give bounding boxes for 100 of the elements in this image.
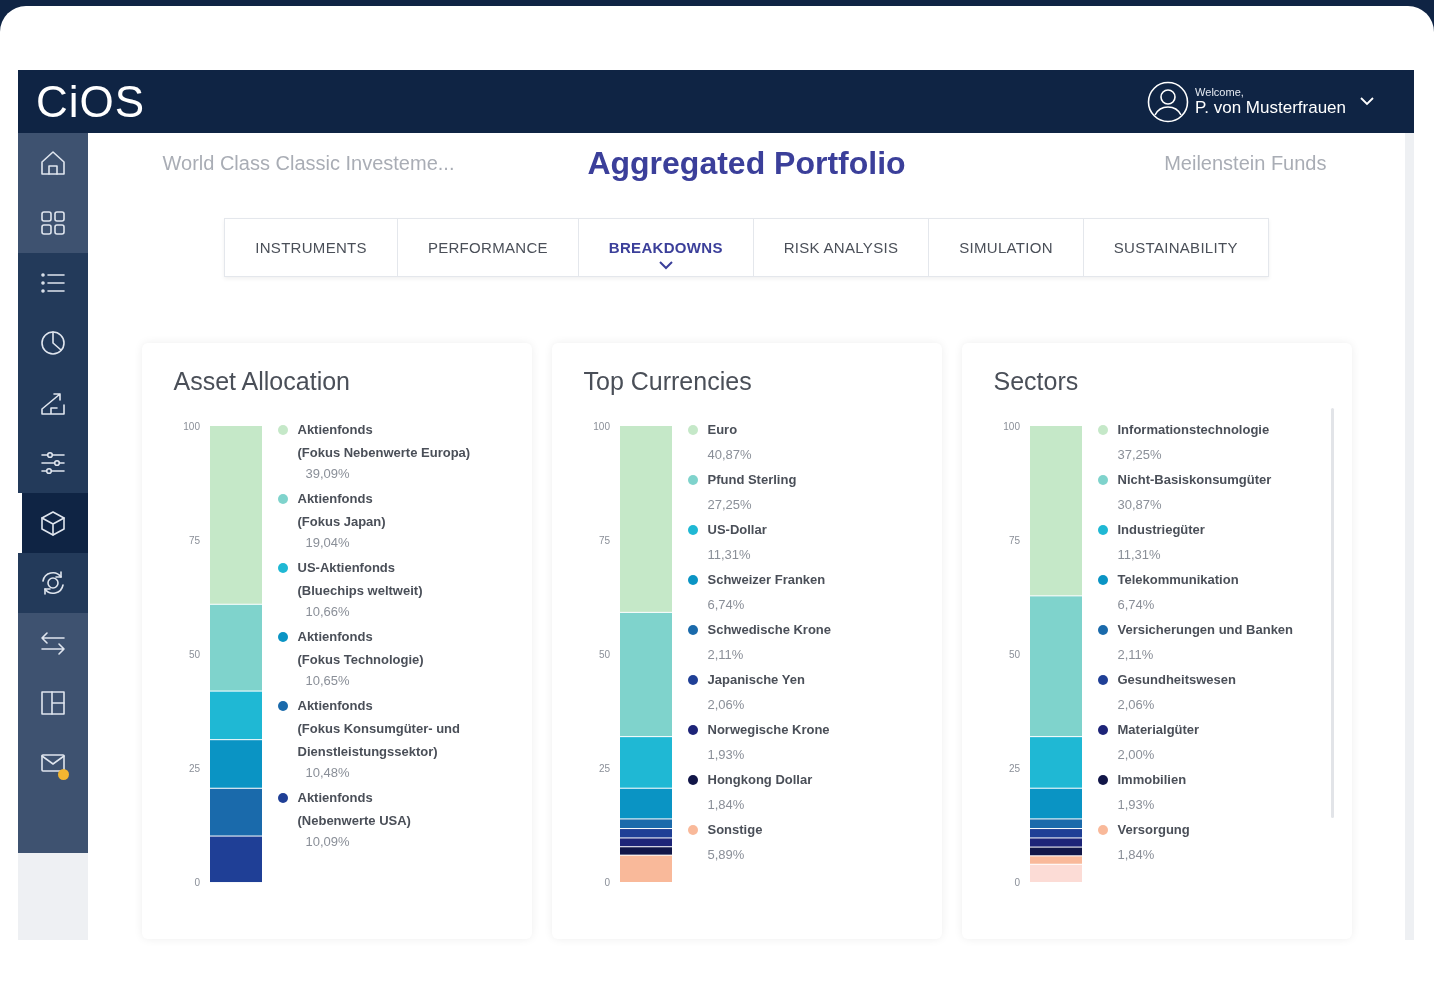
legend-label: Versorgung [1117,821,1190,839]
bar-segment [209,739,262,789]
legend-label: Hongkong Dollar [707,771,813,789]
legend-label: Norwegische Krone [707,721,830,739]
user-avatar-icon[interactable] [1147,80,1190,123]
axis-tick-label: 75 [188,535,200,546]
legend-value: 39,09% [304,466,351,481]
legend-value: 6,74% [707,597,746,612]
axis-tick-label: 25 [1008,763,1020,774]
legend-label: Aktienfonds (Fokus Technologie) [297,628,424,669]
legend-label: Schwedische Krone [707,621,832,639]
cube-icon[interactable] [39,509,67,537]
axis-tick-label: 0 [1013,877,1020,888]
legend-value: 11,31% [707,547,752,562]
legend-label: Pfund Sterling [707,471,797,489]
legend-label: Aktienfonds (Fokus Nebenwerte Europa) [297,421,471,462]
bar-segment [1029,837,1082,848]
legend-value: 11,31% [1117,547,1162,562]
bar-segment [209,788,262,837]
legend-value: 2,11% [707,647,745,662]
axis-tick-label: 100 [592,421,610,432]
tab[interactable]: RISK ANALYSIS [753,219,930,276]
axis-tick-label: 75 [598,535,610,546]
axis-tick-label: 25 [598,763,610,774]
legend-label: Aktienfonds (Nebenwerte USA) [297,789,411,830]
legend-label: Informationstechnologie [1117,421,1270,439]
welcome-label: Welcome, [1195,85,1245,98]
axis-tick-label: 50 [188,649,200,660]
bar-segment [1029,847,1082,856]
legend-label: Aktienfonds (Fokus Japan) [297,490,386,531]
home-icon[interactable] [39,149,67,177]
legend-label: Aktienfonds (Fokus Konsumgüter- und Dienstleistungssektor) [297,697,460,761]
user-name[interactable]: P. von Musterfrauen [1195,97,1346,118]
legend-value: 5,89% [707,847,746,862]
legend-value: 2,06% [707,697,746,712]
portfolio-name: World Class Classic Investeme... [161,152,456,175]
axis-tick-label: 50 [598,649,610,660]
card-title: Asset Allocation [173,367,351,396]
bar-segment [209,836,262,883]
legend-value: 1,84% [1117,847,1156,862]
axis-tick-label: 100 [182,421,200,432]
bar-segment [1029,828,1082,838]
sync-icon[interactable] [39,569,67,597]
sidebar-item[interactable] [18,553,88,613]
legend-value: 1,84% [707,797,746,812]
axis-tick-label: 50 [1008,649,1020,660]
fund-name: Meilenstein Funds [1163,152,1328,175]
chevron-down-icon[interactable] [1360,97,1374,106]
legend-label: Sonstige [707,821,763,839]
pie-chart-icon[interactable] [39,329,67,357]
legend-value: 27,25% [707,497,753,512]
legend-value: 40,87% [707,447,752,462]
sidebar-item[interactable] [18,493,88,553]
chevron-down-icon [657,260,674,270]
legend-value: 10,66% [304,604,351,619]
legend-label: US-Aktienfonds (Bluechips weltweit) [297,559,423,600]
axis-tick-label: 0 [603,877,610,888]
tab[interactable]: BREAKDOWNS [578,219,754,276]
legend-label: Gesundheitswesen [1117,671,1236,689]
legend-label: Telekommunikation [1117,571,1239,589]
transfer-arrows-icon[interactable] [39,629,67,657]
legend-label: Nicht-Basiskonsumgüter [1117,471,1272,489]
legend-value: 6,74% [1117,597,1156,612]
logo: CiOS [36,76,146,127]
legend-label: Euro [707,421,739,439]
legend-value: 19,04% [304,535,351,550]
sliders-icon[interactable] [39,449,67,477]
tab[interactable]: INSTRUMENTS [225,219,398,276]
tab[interactable]: SUSTAINABILITY [1083,219,1268,276]
sidebar-item[interactable] [18,253,88,313]
page-title: Aggregated Portfolio [587,145,906,182]
grid-icon[interactable] [39,209,67,237]
legend-label: Materialgüter [1117,721,1200,739]
card-title: Sectors [993,367,1080,396]
layout-icon[interactable] [39,689,67,717]
legend-label: Japanische Yen [707,671,805,689]
legend-label: Immobilien [1117,771,1187,789]
legend-value: 37,25% [1117,447,1163,462]
bar-segment [619,837,672,847]
axis-tick-label: 25 [188,763,200,774]
legend-value: 1,93% [707,747,746,762]
axis-tick-label: 75 [1008,535,1020,546]
legend-value: 10,48% [304,765,351,780]
legend-value: 2,11% [1117,647,1155,662]
sidebar-item[interactable] [18,433,88,493]
legend-label: Schweizer Franken [707,571,826,589]
tab[interactable]: SIMULATION [929,219,1084,276]
axis-tick-label: 100 [1002,421,1020,432]
legend-value: 10,09% [304,834,351,849]
card-title: Top Currencies [583,367,753,396]
legend-value: 2,00% [1117,747,1156,762]
legend-value: 2,06% [1117,697,1156,712]
tab[interactable]: PERFORMANCE [397,219,579,276]
legend-label: Versicherungen und Banken [1117,621,1294,639]
bar-segment [619,828,672,838]
legend-label: US-Dollar [707,521,767,539]
legend-value: 30,87% [1117,497,1163,512]
legend-value: 1,93% [1117,797,1156,812]
axis-tick-label: 0 [193,877,200,888]
legend-value: 10,65% [304,673,351,688]
